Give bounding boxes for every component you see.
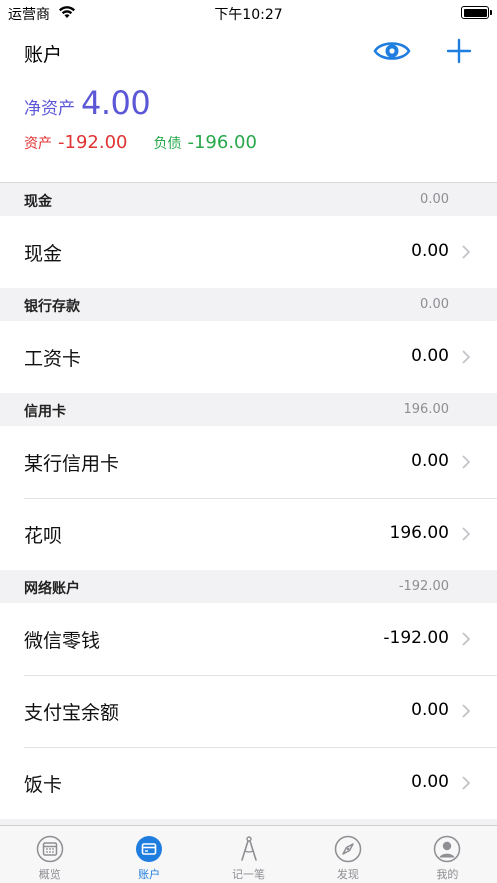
section-title: 现金 [24, 194, 52, 210]
plus-icon[interactable] [446, 38, 472, 64]
assets-value: -192.00 [58, 132, 128, 153]
account-row[interactable]: 支付宝余额 0.00 [0, 675, 497, 747]
account-list: 现金 0.00 现金 0.00 银行存款 0.00 工资卡 0.00 信用卡 1… [0, 183, 497, 819]
liabilities-label: 负债 [153, 136, 182, 152]
page-title: 账户 [24, 44, 63, 66]
compass-icon [334, 835, 362, 863]
assets-label: 资产 [24, 136, 52, 152]
section-header: 信用卡 196.00 [0, 393, 497, 426]
calendar-icon [36, 835, 63, 863]
chevron-right-icon [462, 776, 470, 790]
tab-label: 我的 [436, 868, 459, 881]
chevron-right-icon [462, 704, 470, 718]
section-total: 196.00 [403, 402, 450, 417]
section-header: 银行存款 0.00 [0, 288, 497, 321]
chevron-right-icon [462, 245, 470, 259]
chevron-right-icon [462, 527, 470, 541]
eye-icon[interactable] [373, 38, 411, 64]
tab-label: 账户 [138, 868, 161, 881]
section-title: 网络账户 [24, 581, 80, 597]
account-balance: 196.00 [389, 523, 449, 543]
net-worth: 净资产 4.00 [24, 84, 151, 122]
section-title: 信用卡 [24, 404, 66, 420]
tab-label: 记一笔 [232, 868, 266, 881]
asset-debt-summary: 资产 -192.00 负债 -196.00 [24, 132, 257, 153]
user-icon [434, 835, 461, 863]
net-worth-value: 4.00 [81, 84, 151, 122]
battery-icon [461, 6, 492, 19]
tab-overview[interactable]: 概览 [0, 826, 99, 883]
account-row[interactable]: 微信零钱 -192.00 [0, 603, 497, 675]
tab-discover[interactable]: 发现 [298, 826, 397, 883]
liabilities-value: -196.00 [187, 132, 257, 153]
section-header: 现金 0.00 [0, 183, 497, 216]
section-total: 0.00 [420, 297, 449, 312]
chevron-right-icon [462, 455, 470, 469]
account-name: 工资卡 [24, 348, 82, 370]
tab-label: 概览 [38, 868, 61, 881]
account-balance: 0.00 [411, 772, 449, 792]
battery-level [463, 8, 487, 17]
tab-label: 发现 [336, 868, 359, 881]
account-name: 花呗 [24, 525, 63, 547]
status-bar: 运营商 下午10:27 [0, 0, 497, 26]
clock: 下午10:27 [214, 7, 283, 23]
chevron-right-icon [462, 350, 470, 364]
chevron-right-icon [462, 632, 470, 646]
tab-profile[interactable]: 我的 [398, 826, 497, 883]
account-name: 现金 [24, 243, 63, 265]
tab-accounts[interactable]: 账户 [99, 826, 198, 883]
section-title: 银行存款 [24, 299, 80, 315]
account-balance: 0.00 [411, 346, 449, 366]
account-row[interactable]: 饭卡 0.00 [0, 747, 497, 819]
account-name: 某行信用卡 [24, 453, 120, 475]
section-total: -192.00 [398, 579, 449, 594]
account-row[interactable]: 花呗 196.00 [0, 498, 497, 570]
card-icon [136, 836, 163, 862]
account-name: 饭卡 [24, 774, 63, 796]
account-balance: 0.00 [411, 700, 449, 720]
compass-draw-icon [240, 836, 257, 861]
account-name: 支付宝余额 [24, 702, 120, 724]
section-total: 0.00 [420, 192, 449, 207]
account-row[interactable]: 工资卡 0.00 [0, 321, 497, 393]
account-name: 微信零钱 [24, 630, 101, 652]
account-balance: 0.00 [411, 451, 449, 471]
section-header: 网络账户 -192.00 [0, 570, 497, 603]
account-row[interactable]: 现金 0.00 [0, 216, 497, 288]
net-worth-label: 净资产 [24, 99, 75, 119]
tab-record[interactable]: 记一笔 [199, 826, 298, 883]
tab-bar: 概览 账户 记一笔 发现 我的 [0, 825, 497, 883]
account-balance: 0.00 [411, 241, 449, 261]
account-row[interactable]: 某行信用卡 0.00 [0, 426, 497, 498]
accounts-header: 账户 净资产 4.00 资产 -192.00 负债 -196.00 [0, 26, 497, 183]
account-balance: -192.00 [383, 628, 449, 648]
